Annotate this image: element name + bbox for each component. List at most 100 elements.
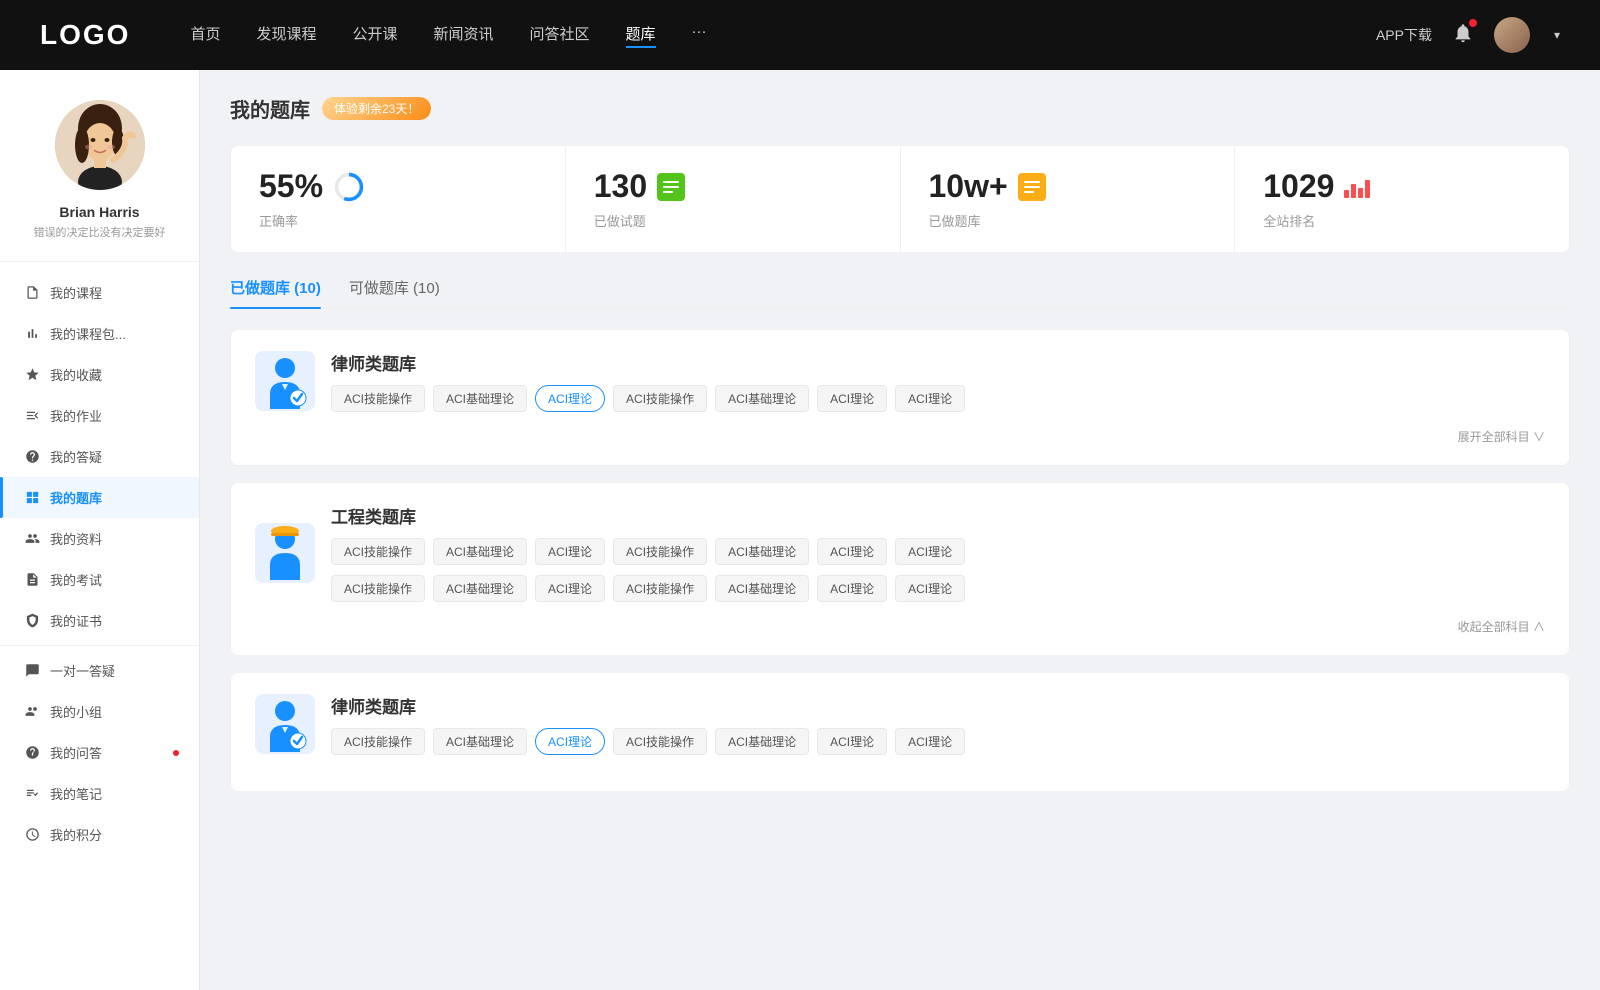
nav-item-news[interactable]: 新闻资讯: [434, 23, 494, 48]
tag-lawyer1-2[interactable]: ACI理论: [535, 385, 605, 412]
sidebar-profile: Brian Harris 错误的决定比没有决定要好: [0, 70, 199, 262]
tag-eng-r1-0[interactable]: ACI技能操作: [331, 538, 425, 565]
tag-lawyer2-2[interactable]: ACI理论: [535, 728, 605, 755]
nav-item-home[interactable]: 首页: [190, 23, 220, 48]
sidebar-item-favorites-label: 我的收藏: [50, 365, 102, 384]
sidebar-item-points-label: 我的积分: [50, 825, 102, 844]
tag-lawyer2-1[interactable]: ACI基础理论: [433, 728, 527, 755]
sidebar-item-my-qa[interactable]: 我的问答: [0, 732, 199, 773]
tag-lawyer1-5[interactable]: ACI理论: [817, 385, 887, 412]
sidebar-item-profile-label: 我的资料: [50, 529, 102, 548]
sidebar-item-group-label: 我的小组: [50, 702, 102, 721]
table-icon: [24, 490, 40, 506]
tag-lawyer2-4[interactable]: ACI基础理论: [715, 728, 809, 755]
avatar[interactable]: [1494, 17, 1530, 53]
done-banks-icon: [1018, 173, 1046, 201]
tag-lawyer1-1[interactable]: ACI基础理论: [433, 385, 527, 412]
sidebar-item-favorites[interactable]: 我的收藏: [0, 354, 199, 395]
nav-item-qa[interactable]: 问答社区: [530, 23, 590, 48]
sidebar-item-notes[interactable]: 我的笔记: [0, 773, 199, 814]
tabs-row: 已做题库 (10) 可做题库 (10): [230, 277, 1570, 309]
sidebar-menu: 我的课程 我的课程包... 我的收藏 我的作业: [0, 262, 199, 865]
bank-title-lawyer-2: 律师类题库: [331, 693, 965, 718]
stat-done-questions: 130 已做试题: [566, 146, 901, 252]
sidebar-item-tutoring[interactable]: 一对一答疑: [0, 650, 199, 691]
sidebar-item-my-course-label: 我的课程: [50, 283, 102, 302]
cert-icon: [24, 613, 40, 629]
sidebar-item-course-package[interactable]: 我的课程包...: [0, 313, 199, 354]
tag-eng-r2-1[interactable]: ACI基础理论: [433, 575, 527, 602]
done-banks-label: 已做题库: [929, 211, 1207, 230]
bank-card-lawyer-1: 律师类题库 ACI技能操作 ACI基础理论 ACI理论 ACI技能操作 ACI基…: [230, 329, 1570, 466]
tag-eng-r2-4[interactable]: ACI基础理论: [715, 575, 809, 602]
score-icon: [24, 827, 40, 843]
tags-row-lawyer-2: ACI技能操作 ACI基础理论 ACI理论 ACI技能操作 ACI基础理论 AC…: [331, 728, 965, 755]
sidebar-item-certificate[interactable]: 我的证书: [0, 600, 199, 641]
tab-done[interactable]: 已做题库 (10): [230, 277, 321, 308]
logo[interactable]: LOGO: [40, 19, 130, 51]
tags-row-lawyer-1: ACI技能操作 ACI基础理论 ACI理论 ACI技能操作 ACI基础理论 AC…: [331, 385, 965, 412]
notification-bell[interactable]: [1452, 22, 1474, 49]
tag-eng-r1-2[interactable]: ACI理论: [535, 538, 605, 565]
notification-badge: [1469, 19, 1477, 27]
nav-right: APP下载 ▾: [1376, 17, 1560, 53]
star-icon: [24, 367, 40, 383]
nav-item-open[interactable]: 公开课: [352, 23, 397, 48]
tag-lawyer1-0[interactable]: ACI技能操作: [331, 385, 425, 412]
tag-lawyer1-6[interactable]: ACI理论: [895, 385, 965, 412]
tag-eng-r2-3[interactable]: ACI技能操作: [613, 575, 707, 602]
chevron-down-icon[interactable]: ▾: [1554, 28, 1560, 42]
tag-eng-r1-6[interactable]: ACI理论: [895, 538, 965, 565]
tag-eng-r2-5[interactable]: ACI理论: [817, 575, 887, 602]
collapse-link-engineer[interactable]: 收起全部科目 ∧: [255, 618, 1545, 635]
tag-lawyer2-6[interactable]: ACI理论: [895, 728, 965, 755]
tag-lawyer1-3[interactable]: ACI技能操作: [613, 385, 707, 412]
done-questions-icon: [657, 173, 685, 201]
tag-eng-r1-5[interactable]: ACI理论: [817, 538, 887, 565]
qa-icon: [24, 745, 40, 761]
expand-link-lawyer-1[interactable]: 展开全部科目 ∨: [255, 428, 1545, 445]
bank-card-engineer: 工程类题库 ACI技能操作 ACI基础理论 ACI理论 ACI技能操作 ACI基…: [230, 482, 1570, 656]
tag-eng-r1-3[interactable]: ACI技能操作: [613, 538, 707, 565]
tag-eng-r1-1[interactable]: ACI基础理论: [433, 538, 527, 565]
page-layout: Brian Harris 错误的决定比没有决定要好 我的课程 我的课程包...: [0, 70, 1600, 990]
sidebar-item-bank-label: 我的题库: [50, 488, 102, 507]
stats-row: 55% 正确率 130: [230, 145, 1570, 253]
tag-eng-r2-0[interactable]: ACI技能操作: [331, 575, 425, 602]
sidebar-item-points[interactable]: 我的积分: [0, 814, 199, 855]
done-banks-value: 10w+: [929, 168, 1008, 205]
edit-icon: [24, 408, 40, 424]
sidebar-item-exam[interactable]: 我的考试: [0, 559, 199, 600]
main-content: 我的题库 体验剩余23天！ 55% 正确率 130: [200, 70, 1600, 990]
ranking-chart-icon: [1344, 176, 1370, 198]
nav-item-courses[interactable]: 发现课程: [256, 23, 316, 48]
bank-card-lawyer-2: 律师类题库 ACI技能操作 ACI基础理论 ACI理论 ACI技能操作 ACI基…: [230, 672, 1570, 792]
tab-todo[interactable]: 可做题库 (10): [349, 277, 440, 308]
sidebar-item-group[interactable]: 我的小组: [0, 691, 199, 732]
tag-lawyer2-5[interactable]: ACI理论: [817, 728, 887, 755]
sidebar-item-questions[interactable]: 我的答疑: [0, 436, 199, 477]
app-download-button[interactable]: APP下载: [1376, 25, 1432, 45]
sidebar-item-profile[interactable]: 我的资料: [0, 518, 199, 559]
nav-item-bank[interactable]: 题库: [626, 23, 656, 48]
done-questions-value: 130: [594, 168, 647, 205]
nav-item-more[interactable]: ···: [692, 23, 707, 48]
tag-eng-r1-4[interactable]: ACI基础理论: [715, 538, 809, 565]
sidebar-item-homework[interactable]: 我的作业: [0, 395, 199, 436]
page-header: 我的题库 体验剩余23天！: [230, 94, 1570, 123]
tag-eng-r2-6[interactable]: ACI理论: [895, 575, 965, 602]
sidebar-item-certificate-label: 我的证书: [50, 611, 102, 630]
tag-eng-r2-2[interactable]: ACI理论: [535, 575, 605, 602]
sidebar-item-course-package-label: 我的课程包...: [50, 324, 126, 343]
group-icon: [24, 704, 40, 720]
tag-lawyer2-0[interactable]: ACI技能操作: [331, 728, 425, 755]
bank-title-lawyer-1: 律师类题库: [331, 350, 965, 375]
divider-1: [0, 645, 199, 646]
sidebar-item-my-course[interactable]: 我的课程: [0, 272, 199, 313]
tag-lawyer1-4[interactable]: ACI基础理论: [715, 385, 809, 412]
tag-lawyer2-3[interactable]: ACI技能操作: [613, 728, 707, 755]
sidebar-item-bank[interactable]: 我的题库: [0, 477, 199, 518]
engineer-icon: [260, 525, 310, 580]
sidebar-item-my-qa-label: 我的问答: [50, 743, 102, 762]
ranking-label: 全站排名: [1263, 211, 1541, 230]
